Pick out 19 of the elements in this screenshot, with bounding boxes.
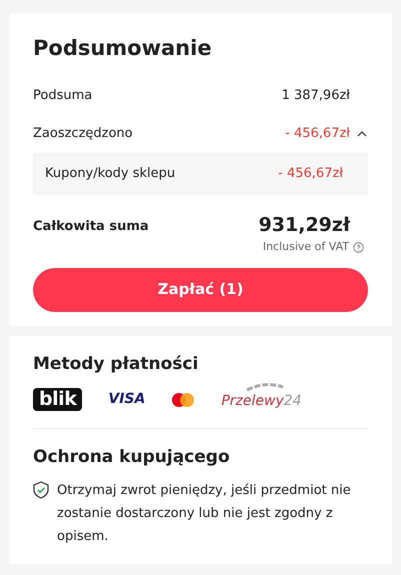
summary-title: Podsumowanie [33, 35, 213, 62]
protection-text: Otrzymaj zwrot pieniędzy, jeśli przedmiot nie zostanie dostarczony lub nie jest zgodny z opisem. [57, 482, 352, 546]
shield-check-icon [33, 480, 49, 498]
protection-title: Ochrona kupującego [33, 446, 231, 469]
vat-note: Inclusive of VAT [262, 239, 349, 255]
row-label: Podsuma [33, 86, 92, 105]
row-value: 1 387,96zł [282, 86, 350, 105]
help-icon[interactable] [353, 242, 364, 253]
pay-button[interactable]: Zapłać (1) [33, 268, 368, 312]
payment-methods-title: Metody płatności [33, 352, 200, 376]
row-label: Zaoszczędzono [33, 124, 133, 143]
total-label: Całkowita suma [33, 218, 149, 236]
blik-logo: blik [33, 388, 82, 411]
row-value: - 456,67zł [285, 124, 350, 143]
mastercard-logo [171, 392, 196, 408]
detail-label: Kupony/kody sklepu [45, 164, 176, 183]
detail-value: - 456,67zł [278, 164, 343, 183]
visa-logo: VISA [108, 390, 146, 409]
total-value: 931,29zł [258, 212, 350, 238]
